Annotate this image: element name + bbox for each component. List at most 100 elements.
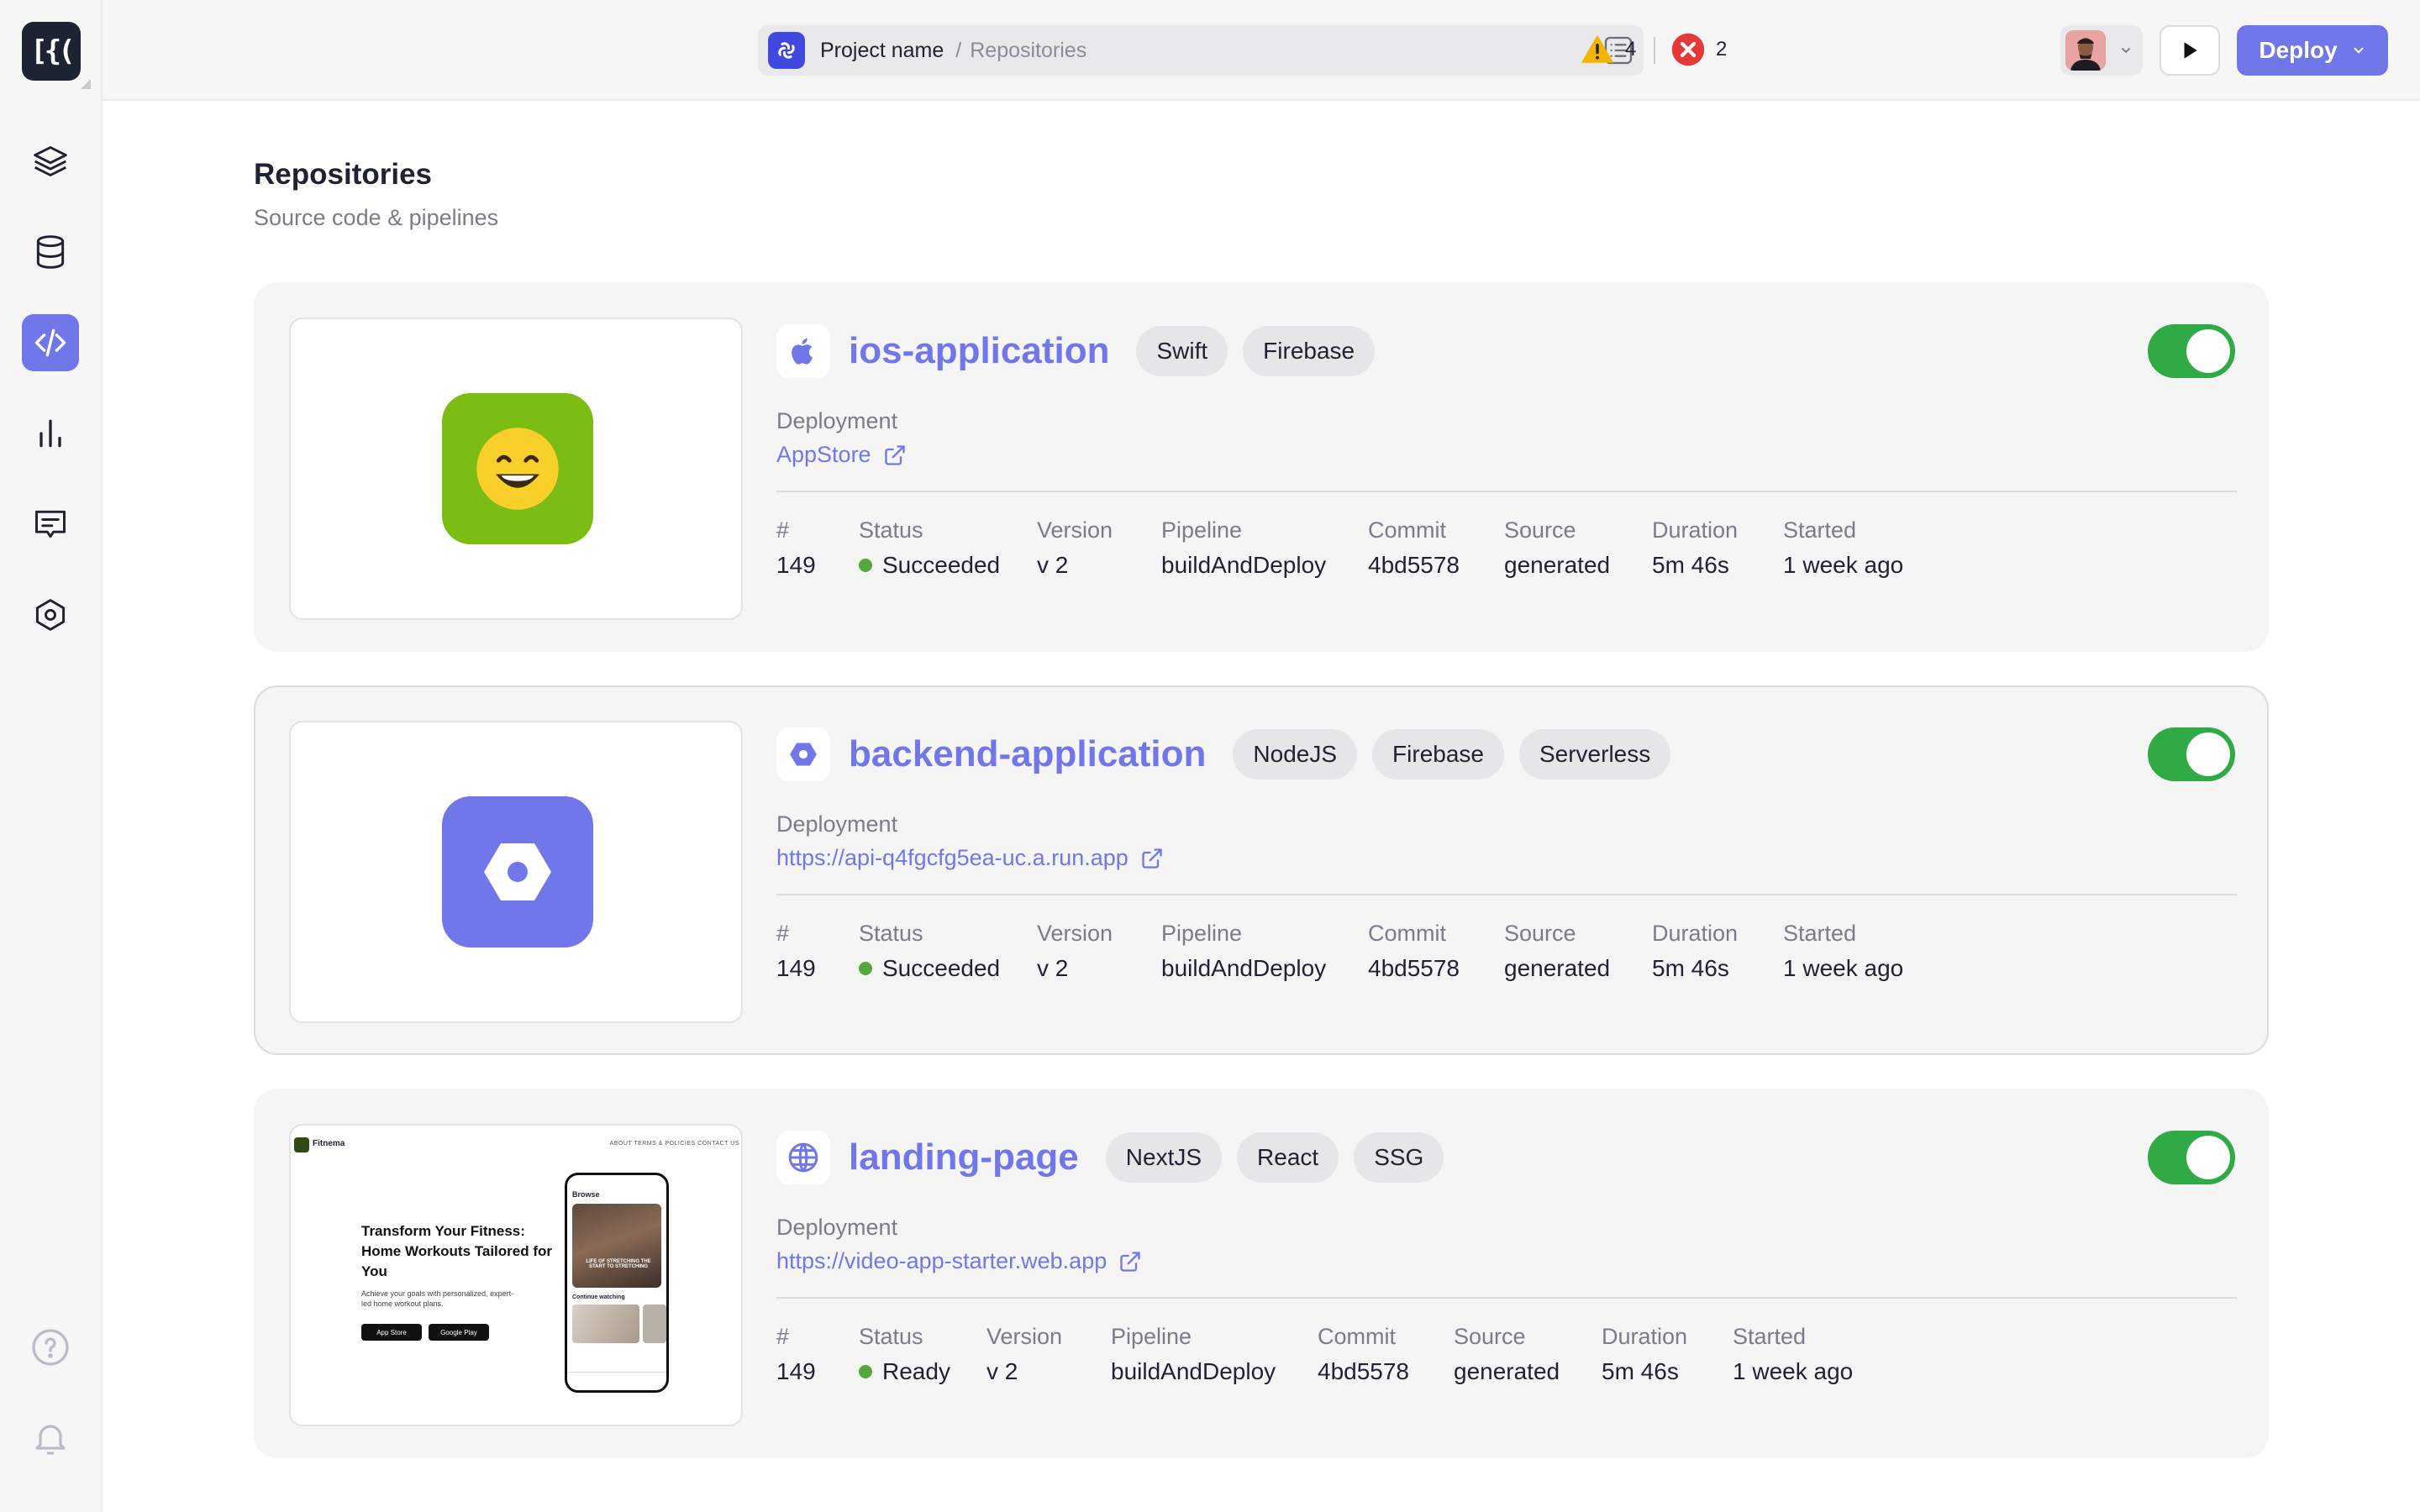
repo-type-icon (776, 324, 830, 378)
preview-phone-thumbnail (572, 1305, 639, 1343)
external-link-icon (884, 444, 905, 465)
stat-pipeline: Pipeline buildAndDeploy (1111, 1324, 1276, 1384)
sidebar-item-database[interactable] (22, 223, 79, 281)
repo-card-backend-application[interactable]: backend-application NodeJS Firebase Serv… (254, 685, 2269, 1055)
repo-enabled-toggle[interactable] (2148, 727, 2235, 781)
warning-icon (1581, 34, 1614, 63)
external-link-icon (1120, 1251, 1140, 1272)
repo-name[interactable]: backend-application (849, 733, 1206, 775)
sidebar: [{( (0, 0, 103, 1512)
stat-source: Source generated (1504, 921, 1611, 981)
repo-card-ios-application[interactable]: ios-application Swift Firebase Deploymen… (254, 282, 2269, 652)
project-swirl-icon (778, 42, 795, 59)
repo-enabled-toggle[interactable] (2148, 324, 2235, 378)
deployment-label: Deployment (776, 408, 898, 433)
stat-commit: Commit 4bd5578 (1368, 517, 1460, 578)
repo-card-landing-page[interactable]: Fitnema ABOUT TERMS & POLICIES CONTACT U… (254, 1089, 2269, 1458)
help-icon[interactable] (30, 1327, 71, 1368)
preview-phone-tabbar (567, 1372, 666, 1390)
hexagon-service-icon (790, 743, 817, 766)
preview-app-store-badge: App Store (361, 1324, 422, 1341)
error-icon (1671, 33, 1705, 66)
stat-run-number: #149 (776, 517, 816, 578)
deployment-link[interactable]: AppStore (776, 442, 907, 468)
preview-brand: Fitnema (313, 1139, 345, 1148)
stat-version: Version v 2 (1037, 921, 1113, 981)
preview-hero-title: Transform Your Fitness: Home Workouts Ta… (361, 1223, 553, 1279)
repo-name[interactable]: ios-application (849, 330, 1109, 372)
preview-logo-icon (294, 1137, 309, 1152)
stat-version: Version v 2 (1037, 517, 1113, 578)
app-logo[interactable]: [{( (22, 22, 81, 81)
error-count[interactable]: 2 (1670, 32, 1727, 67)
breadcrumb-separator: / (955, 38, 962, 62)
preview-phone-title: Browse (572, 1190, 600, 1199)
stat-pipeline: Pipeline buildAndDeploy (1161, 921, 1327, 981)
hexagon-service-icon (484, 843, 551, 900)
code-icon (34, 328, 66, 357)
preview-phone-section: Continue watching (572, 1294, 625, 1300)
alert-divider (1654, 37, 1655, 64)
deployment-link[interactable]: https://video-app-starter.web.app (776, 1248, 1142, 1274)
topbar: Project name / Repositories 4 2 Deploy (103, 0, 2420, 101)
deployment-link[interactable]: https://api-q4fgcfg5ea-uc.a.run.app (776, 845, 1164, 871)
stat-duration: Duration 5m 46s (1602, 1324, 1688, 1384)
message-icon (35, 510, 66, 538)
bell-icon[interactable] (30, 1418, 71, 1458)
divider (776, 491, 2237, 492)
deployment-link-text: AppStore (776, 442, 871, 467)
repo-thumbnail (289, 721, 743, 1023)
deploy-button[interactable]: Deploy (2237, 25, 2388, 76)
sidebar-item-analytics[interactable] (22, 405, 79, 462)
sidebar-item-settings[interactable] (22, 586, 79, 643)
stat-run-number: #149 (776, 1324, 816, 1384)
repo-thumbnail-website-preview: Fitnema ABOUT TERMS & POLICIES CONTACT U… (289, 1124, 743, 1426)
stat-duration: Duration 5m 46s (1652, 921, 1739, 981)
status-dot (859, 962, 872, 975)
page-subtitle: Source code & pipelines (254, 205, 499, 230)
error-count-value: 2 (1716, 38, 1728, 60)
logo-corner-marker (81, 79, 91, 89)
deployment-label: Deployment (776, 1215, 898, 1240)
globe-icon (788, 1142, 818, 1173)
stat-duration: Duration 5m 46s (1652, 517, 1739, 578)
repo-type-icon (776, 727, 830, 781)
preview-google-play-badge: Google Play (429, 1324, 489, 1341)
warning-count[interactable]: 4 (1580, 32, 1636, 67)
stat-started: Started 1 week ago (1783, 921, 1904, 981)
breadcrumb[interactable]: Project name / Repositories (758, 25, 1644, 76)
divider (776, 1297, 2237, 1299)
preview-phone-hero-image (572, 1204, 661, 1288)
bar-chart-icon (39, 419, 61, 448)
repo-thumbnail (289, 318, 743, 620)
tag: Serverless (1518, 729, 1671, 780)
avatar-portrait-icon (2065, 30, 2106, 71)
divider (776, 894, 2237, 895)
stat-run-number: #149 (776, 921, 816, 981)
stat-status: Status Succeeded (859, 517, 1001, 578)
play-icon (2184, 42, 2197, 59)
sidebar-item-messages[interactable] (22, 496, 79, 553)
run-button[interactable] (2160, 25, 2220, 76)
user-menu[interactable] (2060, 25, 2143, 76)
preview-hero-text: Achieve your goals with personalized, ex… (361, 1289, 514, 1308)
sidebar-item-layers[interactable] (22, 133, 79, 190)
repo-header: backend-application NodeJS Firebase Serv… (776, 727, 1671, 781)
external-link-icon (1142, 848, 1162, 869)
deployment-link-text: https://api-q4fgcfg5ea-uc.a.run.app (776, 845, 1128, 870)
stat-status: Status Ready (859, 1324, 950, 1384)
breadcrumb-current: Repositories (970, 38, 1087, 62)
repo-enabled-toggle[interactable] (2148, 1131, 2235, 1184)
layers-icon (34, 146, 67, 176)
stat-started: Started 1 week ago (1783, 517, 1904, 578)
project-icon (768, 32, 805, 69)
tag: NextJS (1105, 1132, 1223, 1183)
sidebar-item-code[interactable] (22, 314, 79, 371)
repo-name[interactable]: landing-page (849, 1137, 1079, 1179)
project-name[interactable]: Project name (820, 39, 944, 63)
warning-count-value: 4 (1625, 38, 1637, 60)
preview-nav: ABOUT TERMS & POLICIES CONTACT US (609, 1141, 739, 1147)
tag: Swift (1136, 326, 1228, 376)
stat-pipeline: Pipeline buildAndDeploy (1161, 517, 1327, 578)
repo-header: landing-page NextJS React SSG (776, 1131, 1444, 1184)
